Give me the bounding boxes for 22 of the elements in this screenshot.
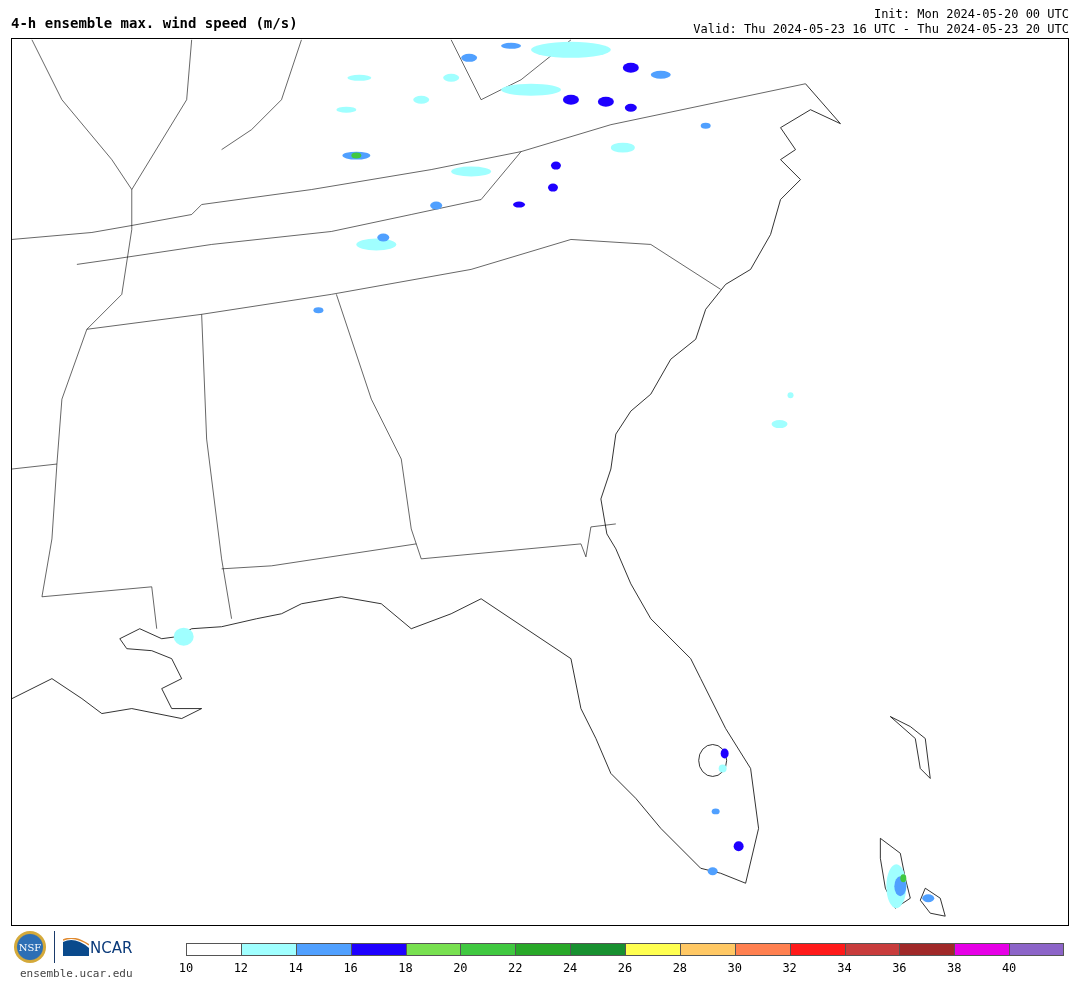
colorbar-tick-label: 40 bbox=[1001, 961, 1017, 975]
colorbar-tick-label: 18 bbox=[398, 961, 413, 975]
colorbar-tick-label: 12 bbox=[233, 961, 249, 975]
colorbar-tick-label: 32 bbox=[782, 961, 797, 975]
colorbar-tick-label: 10 bbox=[178, 961, 194, 975]
ncar-logo: NCAR bbox=[63, 938, 133, 956]
colorbar-tick-label: 34 bbox=[837, 961, 852, 975]
colorbar-tick-label: 30 bbox=[727, 961, 742, 975]
colorbar-tick-label: 36 bbox=[892, 961, 907, 975]
init-time: Init: Mon 2024-05-20 00 UTC bbox=[873, 7, 1069, 22]
colorbar-tick-label: 28 bbox=[672, 961, 688, 975]
colorbar-tick-label: 38 bbox=[947, 961, 962, 975]
colorbar-tick-label: 24 bbox=[562, 961, 578, 975]
colorbar-tick-label: 26 bbox=[617, 961, 633, 975]
colorbar-tick-label: 14 bbox=[288, 961, 303, 975]
chart-title: 4-h ensemble max. wind speed (m/s) bbox=[11, 15, 298, 31]
valid-time: Valid: Thu 2024-05-23 16 UTC - Thu 2024-05-23 20 UTC bbox=[693, 22, 1069, 37]
site-url: ensemble.ucar.edu bbox=[20, 967, 133, 980]
nsf-logo: NSF bbox=[14, 931, 46, 963]
colorbar-tick-label: 16 bbox=[343, 961, 358, 975]
colorbar-tick-label: 20 bbox=[453, 961, 468, 975]
colorbar-tick-label: 22 bbox=[508, 961, 523, 975]
